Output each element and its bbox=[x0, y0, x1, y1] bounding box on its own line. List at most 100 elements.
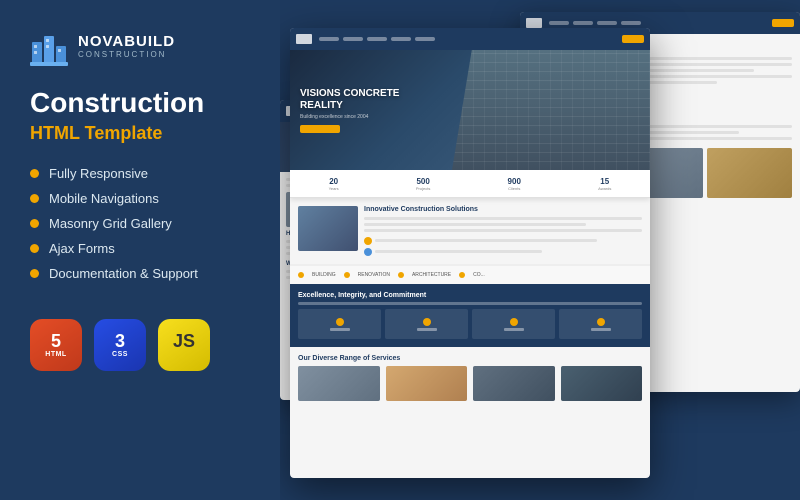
mock-card-label bbox=[591, 328, 611, 331]
mock-nav-link bbox=[367, 37, 387, 41]
mock-dark-title: Excellence, Integrity, and Commitment bbox=[298, 292, 642, 299]
mock-team-photo bbox=[707, 148, 792, 198]
mock-stat-num: 500 bbox=[416, 177, 429, 186]
mock-text-line bbox=[375, 250, 542, 253]
mock-stat: 20 Years bbox=[329, 177, 339, 191]
brand-sub: CONSTRUCTION bbox=[78, 51, 175, 60]
feature-item: Ajax Forms bbox=[30, 241, 250, 256]
mock-stat-label: Clients bbox=[508, 186, 520, 191]
bullet-icon bbox=[30, 269, 39, 278]
mock-stats-bar: 20 Years 500 Projects 900 Clients 15 Awa… bbox=[290, 170, 650, 198]
mock-dark-section: Excellence, Integrity, and Commitment bbox=[290, 284, 650, 347]
feature-item: Fully Responsive bbox=[30, 166, 250, 181]
mock-card-icon bbox=[510, 318, 518, 326]
mock-nav-link bbox=[573, 21, 593, 25]
bullet-icon bbox=[30, 194, 39, 203]
mock-card-icon bbox=[597, 318, 605, 326]
sub-title: HTML Template bbox=[30, 123, 250, 144]
mock-card bbox=[559, 309, 642, 339]
mock-nav-logo bbox=[526, 18, 542, 28]
mock-card-icon bbox=[423, 318, 431, 326]
mock-nav-logo bbox=[296, 34, 312, 44]
mock-service-dot bbox=[298, 272, 304, 278]
mock-hero-text: VISIONS CONCRETEREALITY Building excelle… bbox=[300, 88, 399, 133]
mock-nav-btn bbox=[772, 19, 794, 27]
feature-item: Mobile Navigations bbox=[30, 191, 250, 206]
mock-service-text: ARCHITECTURE bbox=[412, 272, 451, 278]
mock-service-img bbox=[386, 366, 468, 401]
mock-services-strip: BUILDING RENOVATION ARCHITECTURE CO... bbox=[290, 265, 650, 284]
mock-two-col: Innovative Construction Solutions bbox=[298, 206, 642, 256]
main-title: Construction bbox=[30, 88, 250, 119]
mock-service-text: BUILDING bbox=[312, 272, 336, 278]
mock-stat: 900 Clients bbox=[508, 177, 521, 191]
feature-dot bbox=[364, 237, 372, 245]
mock-services-grid bbox=[298, 366, 642, 401]
mock-nav-link bbox=[343, 37, 363, 41]
logo-icon bbox=[30, 28, 68, 66]
mock-dark-line bbox=[298, 302, 642, 305]
mock-card-label bbox=[330, 328, 350, 331]
mock-hero-building bbox=[452, 50, 650, 170]
mock-nav-links bbox=[319, 37, 435, 41]
mock-nav-link bbox=[549, 21, 569, 25]
mock-stat-num: 900 bbox=[508, 177, 521, 186]
feature-label: Mobile Navigations bbox=[49, 191, 159, 206]
css-badge: 3 CSS bbox=[94, 319, 146, 371]
mock-card-label bbox=[417, 328, 437, 331]
js-badge: JS bbox=[158, 319, 210, 371]
mock-services-section: Our Diverse Range of Services bbox=[290, 347, 650, 409]
mock-nav-link bbox=[415, 37, 435, 41]
mock-stat-num: 15 bbox=[600, 177, 609, 186]
mock-stat: 500 Projects bbox=[416, 177, 430, 191]
right-panel: About Us bbox=[280, 0, 800, 500]
mock-card bbox=[385, 309, 468, 339]
logo-area: NOVABUILD CONSTRUCTION bbox=[30, 28, 250, 66]
mock-service-text: RENOVATION bbox=[358, 272, 390, 278]
feature-label: Fully Responsive bbox=[49, 166, 148, 181]
mock-text-line bbox=[375, 239, 597, 242]
mockup-main: VISIONS CONCRETEREALITY Building excelle… bbox=[290, 28, 650, 478]
mock-services-title: Our Diverse Range of Services bbox=[298, 355, 642, 362]
mock-card bbox=[298, 309, 381, 339]
mock-service-text: CO... bbox=[473, 272, 485, 278]
mock-text-lines bbox=[364, 217, 642, 256]
mock-service-dot bbox=[344, 272, 350, 278]
mock-stat-label: Years bbox=[329, 186, 339, 191]
feature-label: Ajax Forms bbox=[49, 241, 115, 256]
mock-stat-num: 20 bbox=[329, 177, 338, 186]
mock-stat-label: Awards bbox=[598, 186, 611, 191]
mock-card-icon bbox=[336, 318, 344, 326]
mock-main-nav bbox=[290, 28, 650, 50]
left-panel: NOVABUILD CONSTRUCTION Construction HTML… bbox=[0, 0, 280, 500]
mock-service-dot bbox=[398, 272, 404, 278]
brand-name: NOVABUILD bbox=[78, 34, 175, 51]
tech-badges: 5 HTML 3 CSS JS bbox=[30, 319, 250, 371]
mock-service-img bbox=[473, 366, 555, 401]
mock-section-title: Innovative Construction Solutions bbox=[364, 206, 642, 213]
mock-cards-row bbox=[298, 309, 642, 339]
mock-stat: 15 Awards bbox=[598, 177, 611, 191]
mock-nav-link bbox=[391, 37, 411, 41]
mock-text-line bbox=[364, 229, 642, 232]
feature-item: Documentation & Support bbox=[30, 266, 250, 281]
feature-dot bbox=[364, 248, 372, 256]
mock-solutions-section: Innovative Construction Solutions bbox=[290, 198, 650, 265]
mock-nav-cta bbox=[622, 35, 644, 43]
feature-label: Documentation & Support bbox=[49, 266, 198, 281]
mock-card bbox=[472, 309, 555, 339]
mock-section-image bbox=[298, 206, 358, 251]
feature-label: Masonry Grid Gallery bbox=[49, 216, 172, 231]
mock-text-line bbox=[364, 217, 642, 220]
mock-service-dot bbox=[459, 272, 465, 278]
feature-item: Masonry Grid Gallery bbox=[30, 216, 250, 231]
mock-text-line bbox=[364, 223, 586, 226]
mock-nav-link bbox=[621, 21, 641, 25]
bullet-icon bbox=[30, 169, 39, 178]
features-list: Fully Responsive Mobile Navigations Maso… bbox=[30, 166, 250, 291]
mock-hero-subtitle: Building excellence since 2004 bbox=[300, 114, 399, 120]
mock-card-label bbox=[504, 328, 524, 331]
html-badge: 5 HTML bbox=[30, 319, 82, 371]
mock-main-hero: VISIONS CONCRETEREALITY Building excelle… bbox=[290, 50, 650, 170]
mock-nav-link bbox=[597, 21, 617, 25]
